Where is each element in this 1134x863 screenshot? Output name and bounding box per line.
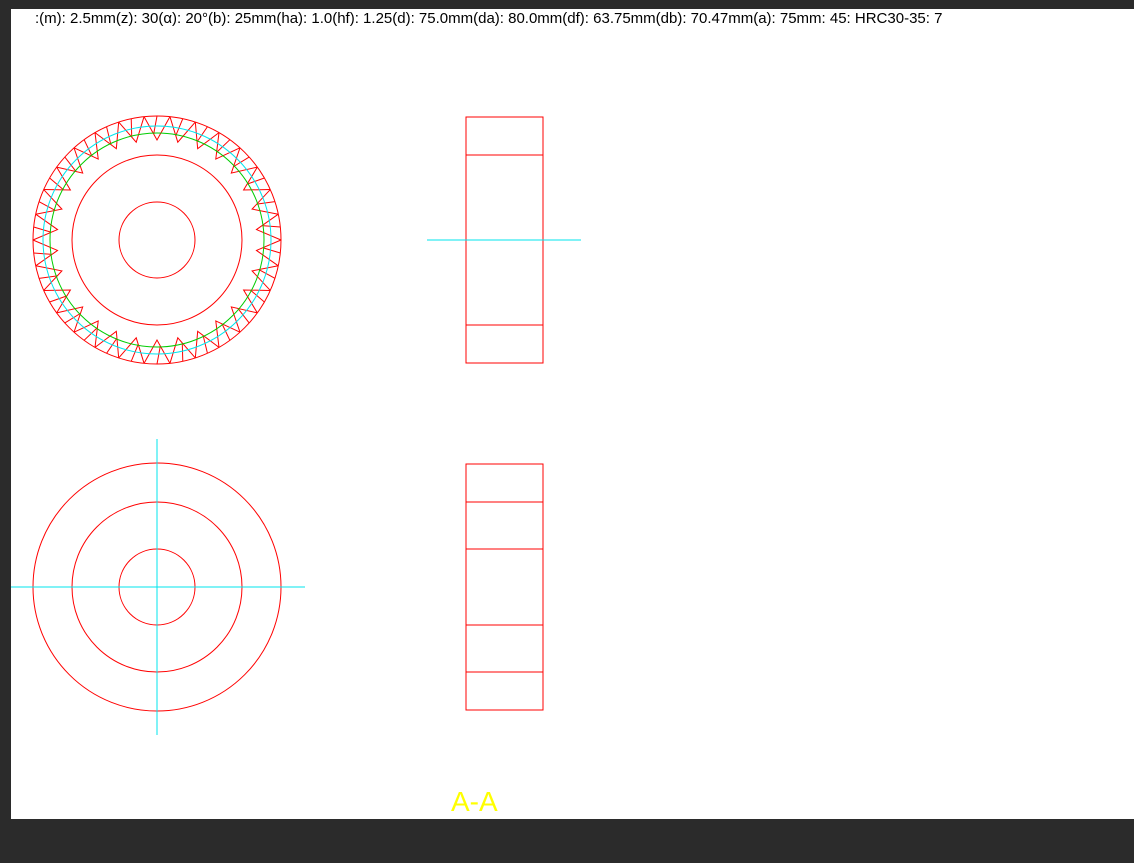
section-label: A-A <box>451 786 498 817</box>
gear-tooth-flank <box>130 344 139 362</box>
bore-circle <box>118 201 196 279</box>
gear-tooth-flank <box>250 289 265 303</box>
gear-tooth-flank <box>33 252 53 255</box>
base-circle <box>42 125 272 355</box>
gear-tooth <box>143 116 171 142</box>
gear-tooth-flank <box>261 225 281 228</box>
pitch-circle <box>49 132 265 348</box>
hub-outer-circle <box>71 154 243 326</box>
tip-circle <box>32 115 282 365</box>
gear-tooth-flank <box>221 323 231 341</box>
gear-tooth <box>143 338 171 364</box>
gear-teeth <box>32 115 282 365</box>
gear-tooth <box>73 132 99 160</box>
gear-tooth-flank <box>130 118 133 138</box>
gear-tooth-flank <box>262 247 281 254</box>
gear-tooth <box>215 320 241 348</box>
viewer-background: :(m): 2.5mm(z): 30(α): 20°(b): 25mm(ha):… <box>0 0 1134 863</box>
gear-tooth <box>73 320 99 348</box>
gear-tooth-flank <box>175 118 184 136</box>
gear-tooth-flank <box>181 342 184 362</box>
gear-tooth <box>215 132 241 160</box>
section-outline <box>465 463 544 711</box>
gear-tooth-flank <box>153 115 158 135</box>
section-view <box>465 463 544 711</box>
gear-side-view <box>427 116 581 364</box>
gear-tooth-flank <box>49 177 64 191</box>
drawing-page: :(m): 2.5mm(z): 30(α): 20°(b): 25mm(ha):… <box>11 9 1134 819</box>
gear-blank-view <box>11 439 305 735</box>
gear-front-view <box>32 115 282 365</box>
gear-tooth-flank <box>156 345 161 365</box>
gear-tooth-flank <box>33 226 52 233</box>
gear-tooth-flank <box>83 139 93 157</box>
gear-tooth-flank <box>256 201 275 205</box>
gear-drawing <box>11 115 581 735</box>
gear-tooth-flank <box>39 275 58 279</box>
